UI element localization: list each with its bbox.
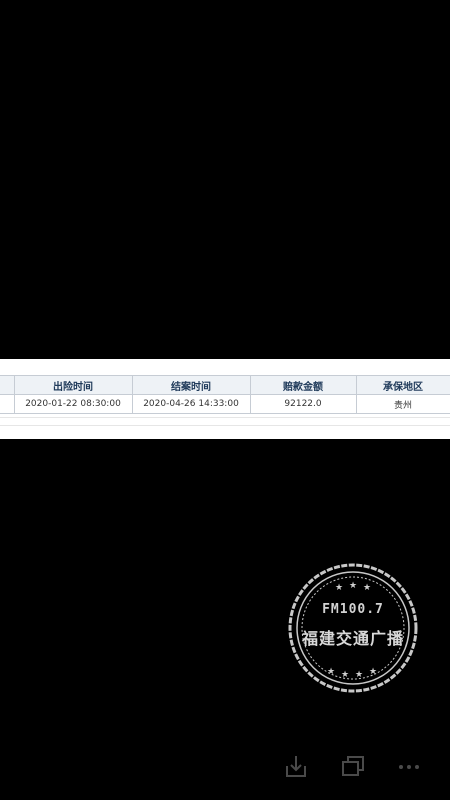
watermark-frequency: FM100.7: [322, 602, 384, 617]
table-cell: [0, 394, 15, 414]
svg-text:★: ★: [355, 670, 363, 680]
svg-text:★: ★: [363, 583, 371, 593]
more-icon: [399, 765, 419, 769]
table-cell-region: 贵州: [355, 394, 450, 414]
watermark-stamp: ★ ★ ★ ★ ★ ★ ★ FM100.7 福建交通广播: [287, 562, 419, 694]
table-header-row: 出险时间 结案时间 赔款金额 承保地区: [0, 375, 450, 395]
column-header-region: 承保地区: [355, 375, 450, 395]
download-icon: [286, 756, 306, 777]
table-cell-claim-amount: 92122.0: [249, 394, 357, 414]
image-viewer: 出险时间 结案时间 赔款金额 承保地区 2020-01-22 08:30:00 …: [0, 0, 450, 800]
svg-text:★: ★: [341, 670, 349, 680]
more-button[interactable]: [395, 752, 423, 780]
table-row: 2020-01-22 08:30:00 2020-04-26 14:33:00 …: [0, 394, 450, 414]
column-header-claim-amount: 赔款金额: [249, 375, 357, 395]
column-header-closing-time: 结案时间: [131, 375, 251, 395]
svg-text:★: ★: [349, 581, 357, 591]
column-header: [0, 375, 15, 395]
claims-table: 出险时间 结案时间 赔款金额 承保地区 2020-01-22 08:30:00 …: [0, 375, 450, 414]
document-image: 出险时间 结案时间 赔款金额 承保地区 2020-01-22 08:30:00 …: [0, 359, 450, 439]
svg-text:★: ★: [369, 667, 377, 677]
multi-window-button[interactable]: [339, 752, 367, 780]
divider: [0, 425, 450, 426]
table-cell-closing-time: 2020-04-26 14:33:00: [131, 394, 251, 414]
svg-text:★: ★: [327, 667, 335, 677]
column-header-accident-time: 出险时间: [13, 375, 133, 395]
divider: [0, 417, 450, 418]
download-button[interactable]: [282, 752, 310, 780]
multi-window-icon: [342, 756, 364, 776]
svg-text:★: ★: [335, 583, 343, 593]
table-cell-accident-time: 2020-01-22 08:30:00: [13, 394, 133, 414]
watermark-station-name: 福建交通广播: [301, 629, 404, 648]
